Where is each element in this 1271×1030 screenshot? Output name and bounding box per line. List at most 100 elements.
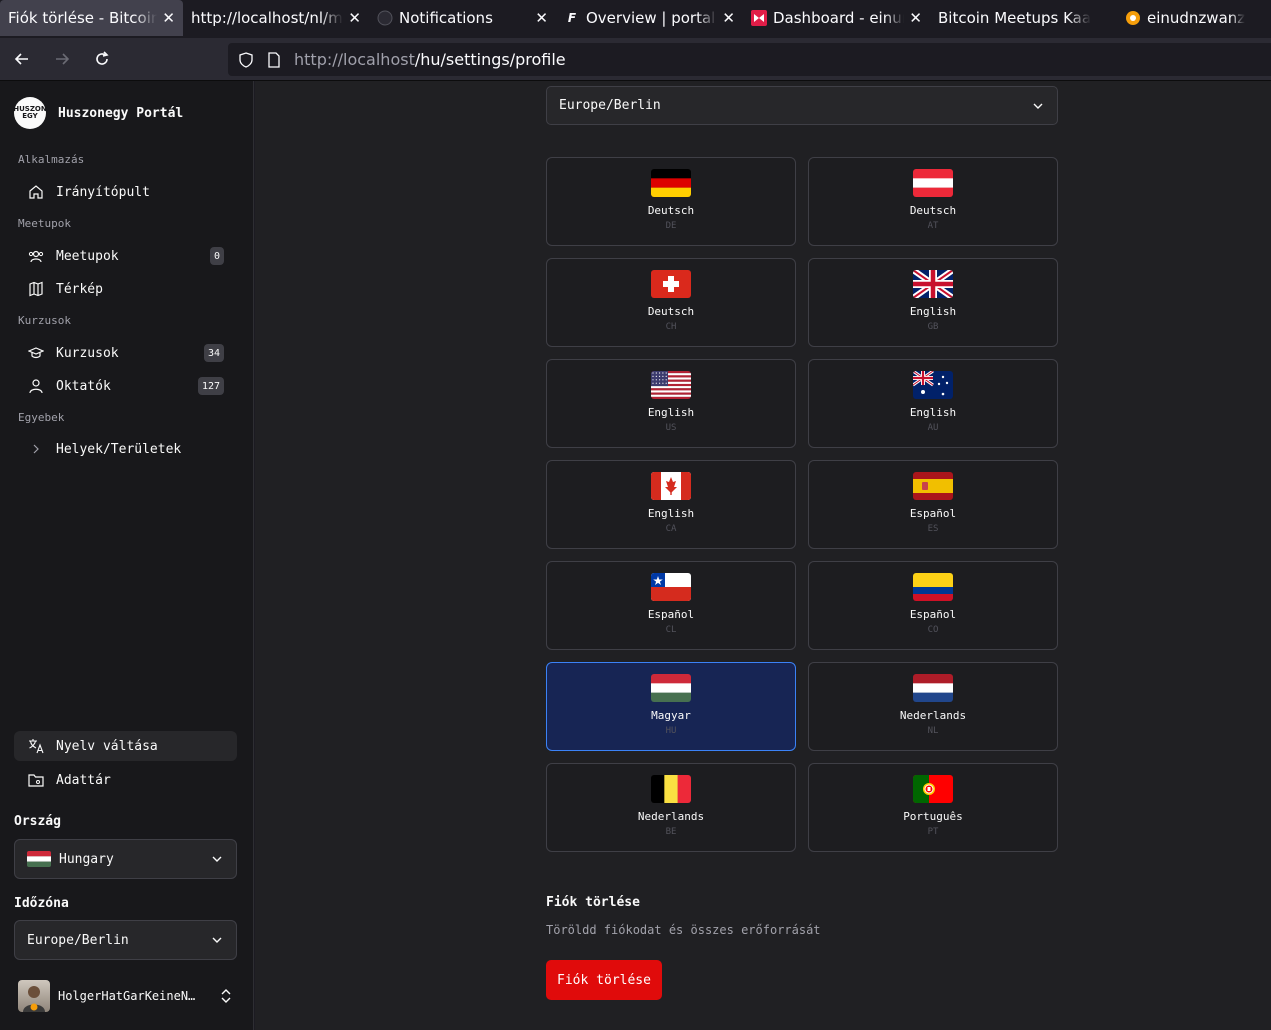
- timezone-value: Europe/Berlin: [27, 932, 129, 948]
- delete-account-button[interactable]: Fiók törlése: [546, 960, 662, 1000]
- timezone-label: Időzóna: [14, 896, 69, 911]
- sidebar-item-map[interactable]: Térkép: [14, 274, 237, 304]
- language-name: Español: [909, 507, 957, 520]
- language-code: DE: [665, 221, 677, 231]
- count-badge: 0: [209, 247, 224, 265]
- sidebar-item-places[interactable]: Helyek/Területek: [14, 434, 237, 464]
- language-card-de[interactable]: Deutsch DE: [546, 157, 796, 246]
- language-code: PT: [927, 827, 939, 837]
- shield-icon[interactable]: [236, 50, 256, 70]
- language-name: Español: [647, 608, 695, 621]
- language-name: English: [647, 507, 695, 520]
- browser-tab[interactable]: Dashboard - einundzwanzig ✕: [743, 0, 930, 36]
- language-code: GB: [927, 322, 939, 332]
- users-icon: [28, 248, 44, 264]
- chevron-down-icon: [212, 937, 222, 943]
- at-flag-icon: [913, 169, 953, 197]
- count-badge: 127: [197, 377, 224, 395]
- tab-close-icon[interactable]: ✕: [535, 9, 548, 27]
- arrow-left-icon: [14, 53, 28, 65]
- delete-account-description: Töröldd fiókodat és összes erőforrását: [546, 923, 821, 937]
- graduation-cap-icon: [28, 345, 44, 361]
- url-path: /hu/settings/profile: [414, 50, 566, 69]
- language-card-at[interactable]: Deutsch AT: [808, 157, 1058, 246]
- group-label-meetups: Meetupok: [18, 217, 71, 230]
- sidebar-item-language-switch[interactable]: Nyelv váltása: [14, 731, 237, 761]
- sidebar-item-label: Oktatók: [56, 378, 111, 394]
- be-flag-icon: [651, 775, 691, 803]
- language-code: AT: [927, 221, 939, 231]
- country-select[interactable]: Hungary: [14, 839, 237, 879]
- page-icon[interactable]: [264, 50, 284, 70]
- tab-title: Dashboard - einundzwanzig: [773, 9, 904, 27]
- language-card-es[interactable]: Español ES: [808, 460, 1058, 549]
- language-card-nl[interactable]: Nederlands NL: [808, 662, 1058, 751]
- timezone-select-main[interactable]: Europe/Berlin: [546, 86, 1058, 125]
- browser-tab[interactable]: einudnzwanzig u: [1117, 0, 1271, 36]
- language-card-us[interactable]: English US: [546, 359, 796, 448]
- language-name: Español: [909, 608, 957, 621]
- browser-tab[interactable]: Notifications ✕: [369, 0, 556, 36]
- arrow-right-icon: [56, 53, 70, 65]
- language-name: Português: [903, 810, 963, 823]
- home-icon: [28, 184, 44, 200]
- language-card-be[interactable]: Nederlands BE: [546, 763, 796, 852]
- language-name: English: [909, 406, 957, 419]
- language-card-cl[interactable]: Español CL: [546, 561, 796, 650]
- hungary-flag-icon: [27, 851, 51, 867]
- language-code: ES: [927, 524, 939, 534]
- language-code: CO: [927, 625, 939, 635]
- language-card-co[interactable]: Español CO: [808, 561, 1058, 650]
- language-card-ch[interactable]: Deutsch CH: [546, 258, 796, 347]
- pt-flag-icon: [913, 775, 953, 803]
- bitcoin-logo-icon: [1125, 10, 1141, 26]
- co-flag-icon: [913, 573, 953, 601]
- logo-text-bottom: EGY: [22, 112, 38, 120]
- language-code: BE: [665, 827, 677, 837]
- github-icon: [377, 10, 393, 26]
- language-code: NL: [927, 726, 939, 736]
- timezone-select[interactable]: Europe/Berlin: [14, 920, 237, 960]
- user-menu[interactable]: HolgerHatGarKeineNostrPubKey: [18, 980, 233, 1012]
- country-value: Hungary: [59, 851, 114, 867]
- sidebar-item-courses[interactable]: Kurzusok 34: [14, 338, 237, 368]
- tab-title: http://localhost/nl/map: [191, 9, 343, 27]
- browser-tab[interactable]: http://localhost/nl/map ✕: [183, 0, 369, 36]
- forward-button[interactable]: [44, 43, 80, 75]
- ch-flag-icon: [651, 270, 691, 298]
- user-icon: [28, 378, 44, 394]
- back-button[interactable]: [4, 43, 40, 75]
- browser-tab[interactable]: Bitcoin Meetups Kaart: [930, 0, 1117, 36]
- language-card-hu[interactable]: Magyar HU: [546, 662, 796, 751]
- language-name: English: [647, 406, 695, 419]
- sidebar-item-repository[interactable]: Adattár: [14, 765, 237, 795]
- tab-close-icon[interactable]: ✕: [162, 9, 175, 27]
- avatar: [18, 980, 50, 1012]
- tab-close-icon[interactable]: ✕: [722, 9, 735, 27]
- sidebar-item-lecturers[interactable]: Oktatók 127: [14, 371, 237, 401]
- reload-icon: [96, 51, 109, 65]
- brand[interactable]: HUSZON EGY Huszonegy Portál: [13, 97, 184, 129]
- language-card-ca[interactable]: English CA: [546, 460, 796, 549]
- language-card-gb[interactable]: English GB: [808, 258, 1058, 347]
- browser-tab-active[interactable]: Fiók törlése - Bitcoin Meetups ✕: [0, 0, 183, 36]
- language-card-au[interactable]: English AU: [808, 359, 1058, 448]
- tab-close-icon[interactable]: ✕: [909, 9, 922, 27]
- brand-name: Huszonegy Portál: [58, 105, 184, 121]
- gb-flag-icon: [913, 270, 953, 298]
- language-code: HU: [665, 726, 677, 736]
- au-flag-icon: [913, 371, 953, 399]
- translate-icon: [28, 738, 44, 754]
- address-bar[interactable]: http://localhost/hu/settings/profile: [228, 43, 1271, 76]
- de-flag-icon: [651, 169, 691, 197]
- chevron-down-icon: [212, 856, 222, 862]
- sidebar-item-dashboard[interactable]: Irányítópult: [14, 177, 237, 207]
- language-card-pt[interactable]: Português PT: [808, 763, 1058, 852]
- browser-tab[interactable]: F Overview | portal.einundzwanzig ✕: [556, 0, 743, 36]
- reload-button[interactable]: [84, 43, 120, 75]
- sidebar-item-meetups[interactable]: Meetupok 0: [14, 241, 237, 271]
- sidebar-item-label: Irányítópult: [56, 184, 150, 200]
- brand-logo: HUSZON EGY: [13, 97, 47, 129]
- chevron-up-down-icon: [221, 989, 231, 1003]
- tab-close-icon[interactable]: ✕: [348, 9, 361, 27]
